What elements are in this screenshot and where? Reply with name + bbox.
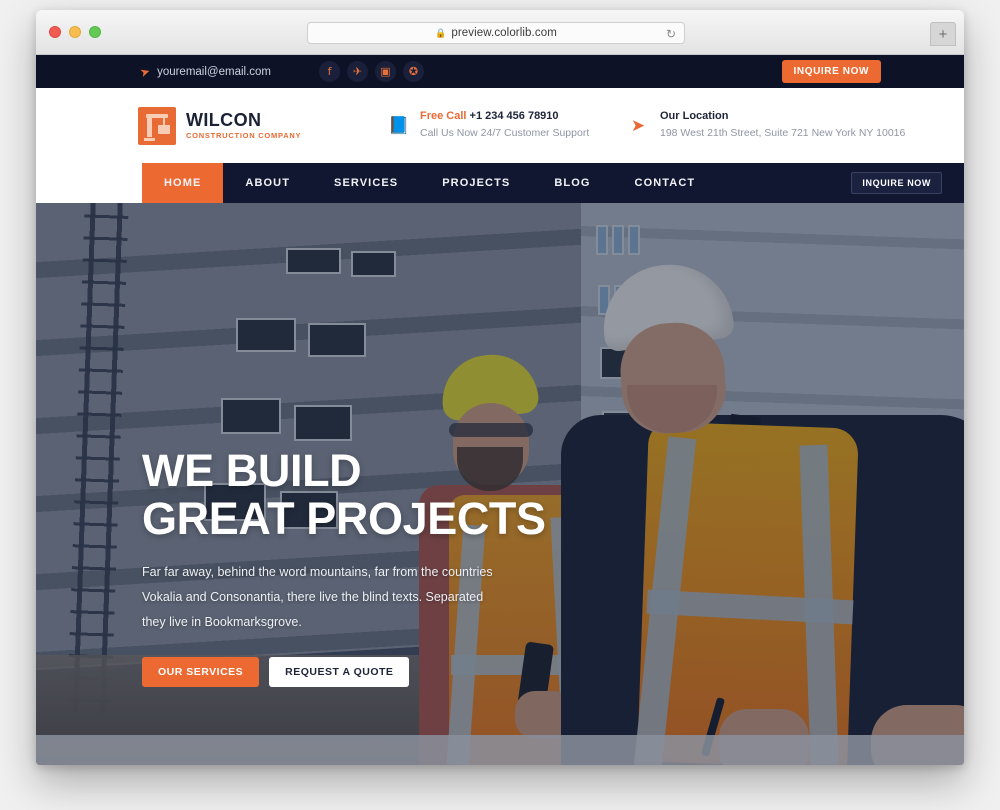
browser-titlebar: 🔒 preview.colorlib.com ↻ + bbox=[36, 10, 964, 55]
free-call-number: +1 234 456 78910 bbox=[469, 110, 559, 123]
header-phone-line: Free Call +1 234 456 78910 bbox=[420, 109, 589, 124]
minimize-window-button[interactable] bbox=[69, 26, 81, 38]
header-phone-text: Free Call +1 234 456 78910 Call Us Now 2… bbox=[420, 109, 589, 141]
instagram-glyph: ▣ bbox=[380, 65, 391, 78]
dribbble-icon[interactable]: ✪ bbox=[403, 61, 424, 82]
site-logo[interactable]: WILCON CONSTRUCTION COMPANY bbox=[138, 106, 302, 145]
topbar-email-label: youremail@email.com bbox=[157, 65, 271, 78]
close-window-button[interactable] bbox=[49, 26, 61, 38]
topbar-email[interactable]: ➤ youremail@email.com bbox=[138, 63, 271, 80]
new-tab-button[interactable]: + bbox=[930, 22, 956, 46]
window-traffic-lights bbox=[49, 26, 101, 38]
nav-item-blog[interactable]: BLOG bbox=[532, 163, 612, 203]
plus-icon: + bbox=[938, 25, 948, 43]
site-topbar: ➤ youremail@email.com f ✈ ▣ ✪ INQUIRE NO… bbox=[36, 55, 964, 88]
nav-item-contact[interactable]: CONTACT bbox=[613, 163, 718, 203]
nav-inquire-now-button[interactable]: INQUIRE NOW bbox=[851, 172, 942, 194]
our-location-label: Our Location bbox=[660, 110, 729, 123]
address-bar[interactable]: 🔒 preview.colorlib.com ↻ bbox=[307, 22, 685, 44]
logo-text: WILCON CONSTRUCTION COMPANY bbox=[186, 109, 302, 141]
browser-window: 🔒 preview.colorlib.com ↻ + ➤ youremail@e… bbox=[36, 10, 964, 765]
nav-item-services[interactable]: SERVICES bbox=[312, 163, 420, 203]
site-header: WILCON CONSTRUCTION COMPANY 📘 Free Call … bbox=[36, 88, 964, 163]
maximize-window-button[interactable] bbox=[89, 26, 101, 38]
header-location-text: Our Location 198 West 21th Street, Suite… bbox=[660, 109, 905, 141]
free-call-sub: Call Us Now 24/7 Customer Support bbox=[420, 126, 590, 139]
hero-title-line2: GREAT PROJECTS bbox=[142, 492, 546, 544]
nav-item-home[interactable]: HOME bbox=[142, 163, 224, 203]
page-viewport: ➤ youremail@email.com f ✈ ▣ ✪ INQUIRE NO… bbox=[36, 55, 964, 765]
hero-title-line1: WE BUILD bbox=[142, 445, 362, 496]
nav-item-about[interactable]: ABOUT bbox=[223, 163, 312, 203]
hero-buttons: OUR SERVICES REQUEST A QUOTE bbox=[142, 657, 662, 688]
our-services-button[interactable]: OUR SERVICES bbox=[142, 657, 260, 688]
social-links: f ✈ ▣ ✪ bbox=[319, 61, 424, 82]
request-a-quote-button[interactable]: REQUEST A QUOTE bbox=[269, 657, 410, 688]
our-location-address: 198 West 21th Street, Suite 721 New York… bbox=[660, 126, 906, 139]
header-location-block: ➤ Our Location 198 West 21th Street, Sui… bbox=[628, 109, 905, 141]
free-call-label: Free Call bbox=[420, 110, 467, 123]
lock-icon: 🔒 bbox=[435, 27, 447, 38]
logo-name: WILCON bbox=[186, 109, 262, 130]
hero-title: WE BUILD GREAT PROJECTS bbox=[142, 447, 662, 542]
reload-icon[interactable]: ↻ bbox=[666, 27, 676, 41]
twitter-glyph: ✈ bbox=[352, 65, 363, 78]
paper-plane-icon: ➤ bbox=[138, 63, 152, 80]
crane-icon bbox=[138, 106, 176, 145]
facebook-icon[interactable]: f bbox=[319, 61, 340, 82]
main-navigation: HOME ABOUT SERVICES PROJECTS BLOG CONTAC… bbox=[142, 163, 964, 203]
nav-item-projects[interactable]: PROJECTS bbox=[420, 163, 532, 203]
hero-description: Far far away, behind the word mountains,… bbox=[142, 565, 493, 630]
hero-section: WE BUILD GREAT PROJECTS Far far away, be… bbox=[36, 203, 964, 765]
logo-tagline: CONSTRUCTION COMPANY bbox=[186, 131, 302, 141]
topbar-inquire-now-button[interactable]: INQUIRE NOW bbox=[781, 60, 881, 83]
instagram-icon[interactable]: ▣ bbox=[375, 61, 396, 82]
dribbble-glyph: ✪ bbox=[408, 65, 419, 78]
twitter-icon[interactable]: ✈ bbox=[347, 61, 368, 82]
phone-book-icon: 📘 bbox=[388, 115, 410, 135]
address-bar-url: preview.colorlib.com bbox=[451, 27, 557, 39]
header-phone-block: 📘 Free Call +1 234 456 78910 Call Us Now… bbox=[388, 109, 589, 141]
nav-items: HOME ABOUT SERVICES PROJECTS BLOG CONTAC… bbox=[142, 163, 717, 203]
hero-content: WE BUILD GREAT PROJECTS Far far away, be… bbox=[142, 447, 662, 688]
facebook-glyph: f bbox=[327, 65, 332, 78]
paper-plane-icon: ➤ bbox=[630, 115, 646, 135]
